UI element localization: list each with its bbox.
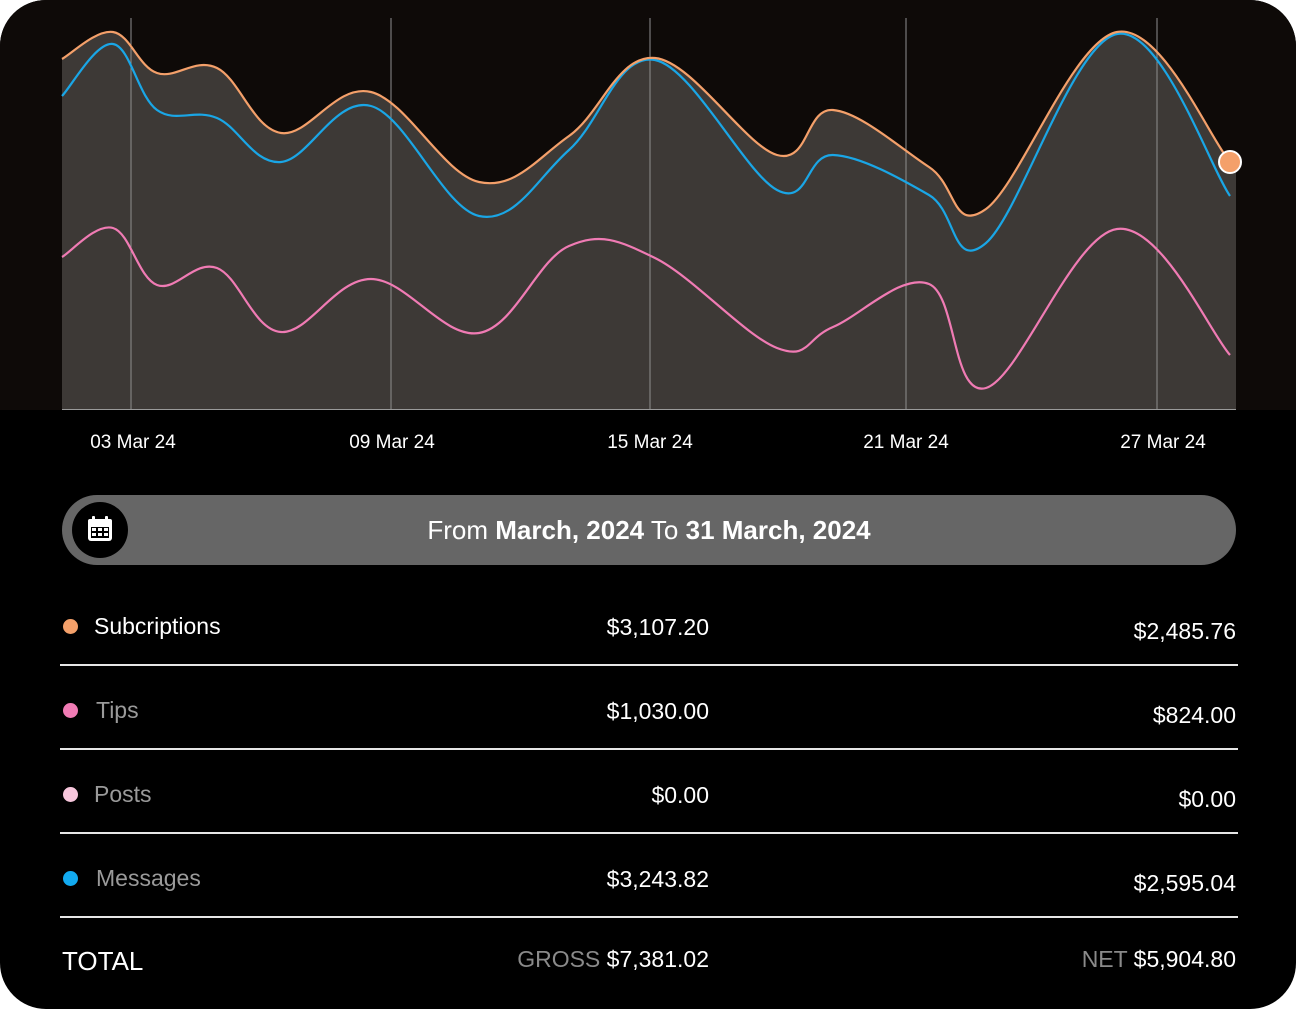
earnings-row-messages[interactable]: Messages $3,243.82 $2,595.04 [60,834,1238,918]
posts-dot [63,787,78,802]
row-net-value: $0.00 [1178,786,1236,812]
row-net-value: $824.00 [1152,702,1236,728]
from-label: From [427,515,489,545]
total-gross: GROSS $7,381.02 [517,946,709,973]
subscriptions-dot [63,619,78,634]
net-label: NET [1081,946,1128,972]
row-divider [60,916,1238,918]
to-label: To [650,515,679,545]
earnings-row-tips[interactable]: Tips $1,030.00 $824.00 [60,666,1238,750]
row-label: Posts [94,781,152,807]
earnings-row-posts[interactable]: Posts $0.00 $0.00 [60,750,1238,834]
tips-dot [63,703,78,718]
total-label: TOTAL [62,946,144,976]
row-label: Messages [96,865,201,891]
row-net-value: $2,595.04 [1133,870,1236,896]
row-label: Tips [96,697,139,723]
x-tick-label: 27 Mar 24 [1120,432,1206,453]
row-gross-value: $3,243.82 [606,866,709,892]
x-tick-label: 21 Mar 24 [863,432,949,453]
earnings-row-subscriptions[interactable]: Subcriptions $3,107.20 $2,485.76 [60,582,1238,666]
to-date: 31 March, 2024 [685,515,871,545]
x-tick-label: 09 Mar 24 [349,432,435,453]
row-gross-value: $3,107.20 [606,614,709,640]
net-total-value: $5,904.80 [1133,946,1236,972]
date-range-text: From March, 2024 To 31 March, 2024 [62,495,1236,565]
row-gross-value: $0.00 [651,782,709,808]
gross-total-value: $7,381.02 [606,946,709,972]
messages-dot [63,871,78,886]
x-tick-label: 03 Mar 24 [90,432,176,453]
subscriptions-end-marker [1218,150,1242,174]
earnings-chart[interactable] [0,0,1296,412]
row-net-value: $2,485.76 [1133,618,1236,644]
x-tick-label: 15 Mar 24 [607,432,693,453]
earnings-card: 03 Mar 24 09 Mar 24 15 Mar 24 21 Mar 24 … [0,0,1296,1009]
row-label: Subcriptions [94,613,221,639]
from-date: March, 2024 [495,515,645,545]
gross-label: GROSS [517,946,601,972]
total-net: NET $5,904.80 [1082,946,1236,973]
row-gross-value: $1,030.00 [606,698,709,724]
date-range-selector[interactable]: From March, 2024 To 31 March, 2024 [62,495,1236,565]
